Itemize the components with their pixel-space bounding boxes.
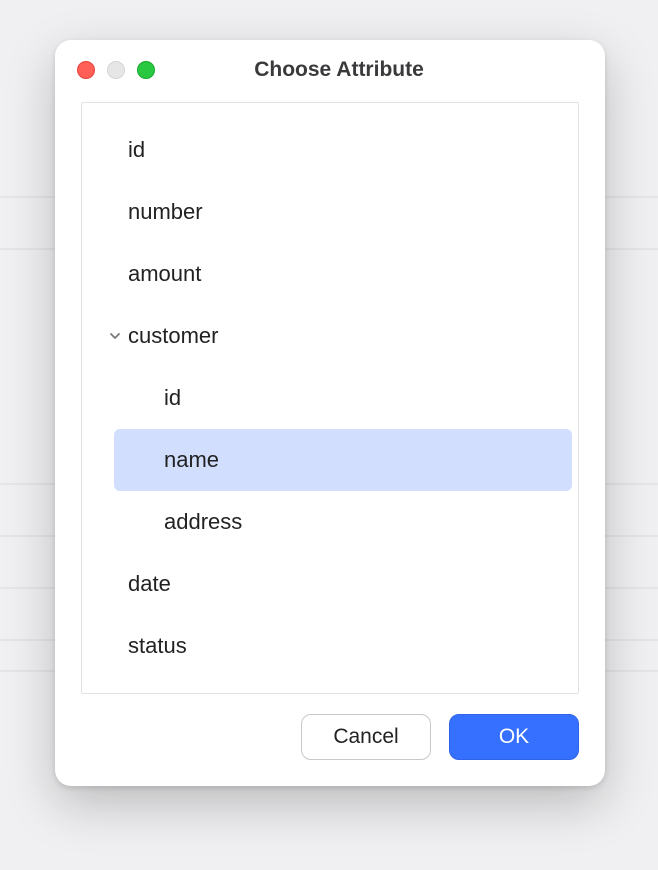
choose-attribute-dialog: Choose Attribute id number amount custom… [55,40,605,786]
tree-item-number[interactable]: number [82,181,578,243]
dialog-title: Choose Attribute [155,58,523,82]
tree-item-amount[interactable]: amount [82,243,578,305]
tree-item-id[interactable]: id [82,119,578,181]
attribute-tree-container: id number amount customer id name [81,102,579,694]
tree-item-label: customer [128,323,218,349]
attribute-tree: id number amount customer id name [82,111,578,685]
tree-item-label: id [128,137,145,163]
tree-item-customer-name[interactable]: name [114,429,572,491]
minimize-icon [107,61,125,79]
tree-item-customer-address[interactable]: address [114,491,572,553]
tree-item-label: name [164,447,219,473]
tree-item-customer-id[interactable]: id [114,367,572,429]
tree-item-label: status [128,633,187,659]
ok-button[interactable]: OK [449,714,579,760]
tree-item-customer[interactable]: customer [82,305,578,367]
chevron-down-icon[interactable] [102,329,128,343]
close-icon[interactable] [77,61,95,79]
tree-item-status[interactable]: status [82,615,578,677]
tree-item-label: amount [128,261,201,287]
tree-item-date[interactable]: date [82,553,578,615]
tree-item-label: number [128,199,203,225]
window-controls [77,61,155,79]
tree-item-label: date [128,571,171,597]
dialog-button-row: Cancel OK [55,694,605,786]
zoom-icon[interactable] [137,61,155,79]
titlebar: Choose Attribute [55,40,605,92]
cancel-button[interactable]: Cancel [301,714,431,760]
tree-item-label: address [164,509,242,535]
tree-item-label: id [164,385,181,411]
